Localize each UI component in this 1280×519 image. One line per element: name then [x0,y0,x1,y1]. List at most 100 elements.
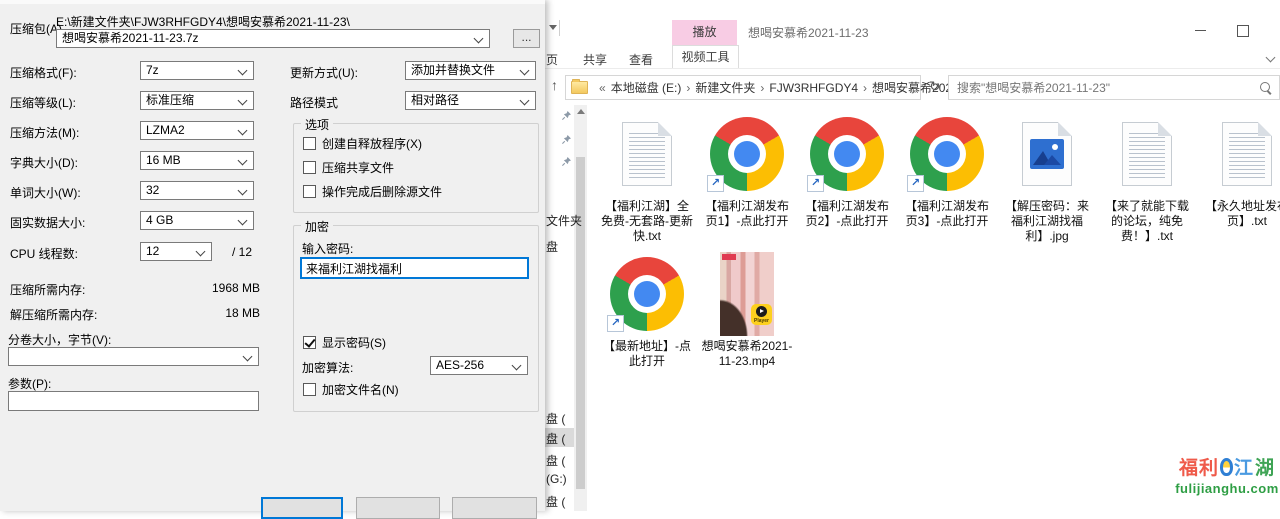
shortcut-arrow-icon: ↗ [707,175,724,192]
file-item[interactable]: ↗ 【福利江湖发布页3】-点此打开 [897,112,997,252]
quick-access-toolbar-dropdown-icon[interactable] [549,25,557,30]
file-name: 【来了就能下载的论坛，纯免费！】.txt [1097,199,1197,244]
format-combobox[interactable]: 7z [140,61,254,80]
method-label: 压缩方法(M): [10,124,79,141]
ribbon-contextual-group-play[interactable]: 播放 [672,20,737,45]
nav-item-drive-fragment[interactable]: 盘 ( [546,452,565,469]
parameters-input[interactable] [8,391,259,411]
file-item[interactable]: ↗ 【最新地址】-点此打开 [597,252,697,392]
refresh-icon[interactable]: ↻ [929,78,941,95]
cancel-button[interactable] [356,497,440,519]
option-create-sfx[interactable]: 创建自释放程序(X) [303,135,422,152]
password-label: 输入密码: [302,240,353,257]
memory-extract-value: 18 MB [150,306,260,320]
browse-button[interactable]: ... [513,29,540,48]
tab-view[interactable]: 查看 [629,51,653,68]
file-icon-box: ↗ [897,112,997,196]
cpu-threads-combobox[interactable]: 12 [140,242,212,261]
play-group-label: 播放 [692,25,716,39]
update-mode-label: 更新方式(U): [290,64,358,81]
file-name: 【福利江湖发布页2】-点此打开 [797,199,897,229]
option-delete-after[interactable]: 操作完成后删除源文件 [303,183,442,200]
sfx-checkbox[interactable] [303,137,316,150]
encryption-method-combobox[interactable]: AES-256 [430,356,528,375]
method-combobox[interactable]: LZMA2 [140,121,254,140]
password-input[interactable] [300,257,529,279]
minimize-button[interactable] [1195,30,1206,31]
level-label: 压缩等级(L): [10,94,76,111]
nav-item-drive-fragment[interactable]: 盘 ( [546,493,565,510]
archive-dir-path: E:\新建文件夹\FJW3RHFGDY4\想喝安慕希2021-11-23\ [56,13,350,30]
encrypt-filenames-option[interactable]: 加密文件名(N) [303,381,399,398]
tab-video-tools[interactable]: 视频工具 [672,45,739,69]
nav-item-drive-fragment-selected[interactable]: 盘 ( [546,430,565,447]
file-item[interactable]: 【来了就能下载的论坛，纯免费！】.txt [1097,112,1197,252]
file-name: 【解压密码：来福利江湖找福利】.jpg [997,199,1097,244]
shortcut-arrow-icon: ↗ [607,315,624,332]
shared-files-checkbox[interactable] [303,161,316,174]
memory-extract-label: 解压缩所需内存: [10,306,97,323]
folder-icon [571,81,588,94]
encrypt-filenames-checkbox[interactable] [303,383,316,396]
search-icon[interactable] [1260,82,1270,92]
screen: { "dialog": { "archive": { "label": "压缩包… [0,0,1280,511]
up-arrow-icon[interactable]: ↑ [551,77,558,93]
file-item[interactable]: ↗ 【福利江湖发布页1】-点此打开 [697,112,797,252]
volume-size-combobox[interactable] [8,347,259,366]
delete-after-checkbox[interactable] [303,185,316,198]
video-thumbnail-icon: Player [720,252,774,336]
nav-item-fragment[interactable]: 文件夹 [546,212,582,229]
breadcrumb-item-folder1[interactable]: 新建文件夹 [695,79,755,96]
word-size-label: 单词大小(W): [10,184,81,201]
show-password-option[interactable]: 显示密码(S) [303,334,386,351]
search-box[interactable]: 搜索"想喝安慕希2021-11-23" [948,75,1280,100]
path-mode-combobox[interactable]: 相对路径 [405,91,536,110]
encrypt-filenames-label: 加密文件名(N) [322,381,399,398]
file-item[interactable]: 【永久地址发布页】.txt [1197,112,1280,252]
format-label: 压缩格式(F): [10,64,77,81]
dictionary-combobox[interactable]: 16 MB [140,151,254,170]
breadcrumb-separator: › [681,81,695,95]
file-item[interactable]: 【福利江湖】全免费-无套路-更新快.txt [597,112,697,252]
scrollbar-up-icon[interactable] [577,109,585,114]
volume-size-label: 分卷大小，字节(V): [8,331,111,348]
level-combobox[interactable]: 标准压缩 [140,91,254,110]
cpu-threads-label: CPU 线程数: [10,245,78,262]
nav-item-drive-fragment[interactable]: (G:) [546,472,567,486]
tab-home-fragment[interactable]: 页 [546,51,558,68]
file-item[interactable]: Player 想喝安慕希2021-11-23.mp4 [697,252,797,392]
option-shared-files[interactable]: 压缩共享文件 [303,159,394,176]
shortcut-arrow-icon: ↗ [807,175,824,192]
file-grid: 【福利江湖】全免费-无套路-更新快.txt ↗ 【福利江湖发布页1】-点此打开 … [597,112,1280,392]
breadcrumb-prefix: « [594,81,611,95]
site-watermark: 福利江湖 fulijianghu.com [1167,453,1280,496]
file-icon-box [1097,112,1197,196]
ribbon-collapse-icon[interactable] [1267,50,1274,64]
maximize-button[interactable] [1237,25,1249,37]
ok-button[interactable] [261,497,343,519]
file-item[interactable]: ↗ 【福利江湖发布页2】-点此打开 [797,112,897,252]
titlebar-divider [559,20,560,36]
solid-block-combobox[interactable]: 4 GB [140,211,254,230]
nav-scrollbar[interactable] [574,105,587,511]
scrollbar-thumb[interactable] [576,157,585,489]
breadcrumb-separator: › [858,81,872,95]
file-icon-box [1197,112,1280,196]
breadcrumb-item-folder2[interactable]: FJW3RHFGDY4 [769,81,858,95]
address-bar[interactable]: « 本地磁盘 (E:) › 新建文件夹 › FJW3RHFGDY4 › 想喝安慕… [565,75,921,100]
dictionary-label: 字典大小(D): [10,154,78,171]
watermark-domain: fulijianghu.com [1167,481,1280,496]
show-password-checkbox[interactable] [303,336,316,349]
breadcrumb-item-drive[interactable]: 本地磁盘 (E:) [611,79,682,96]
word-size-combobox[interactable]: 32 [140,181,254,200]
tab-share[interactable]: 共享 [583,51,607,68]
video-tools-label: 视频工具 [681,50,729,64]
update-mode-combobox[interactable]: 添加并替换文件 [405,61,536,80]
archive-name-combobox[interactable]: 想喝安慕希2021-11-23.7z [56,29,490,48]
options-group-title: 选项 [301,116,333,133]
nav-item-drive-fragment[interactable]: 盘 ( [546,410,565,427]
file-item[interactable]: 【解压密码：来福利江湖找福利】.jpg [997,112,1097,252]
chrome-icon: ↗ [910,117,984,191]
help-button[interactable] [452,497,537,519]
nav-item-fragment[interactable]: 盘 [546,238,558,255]
